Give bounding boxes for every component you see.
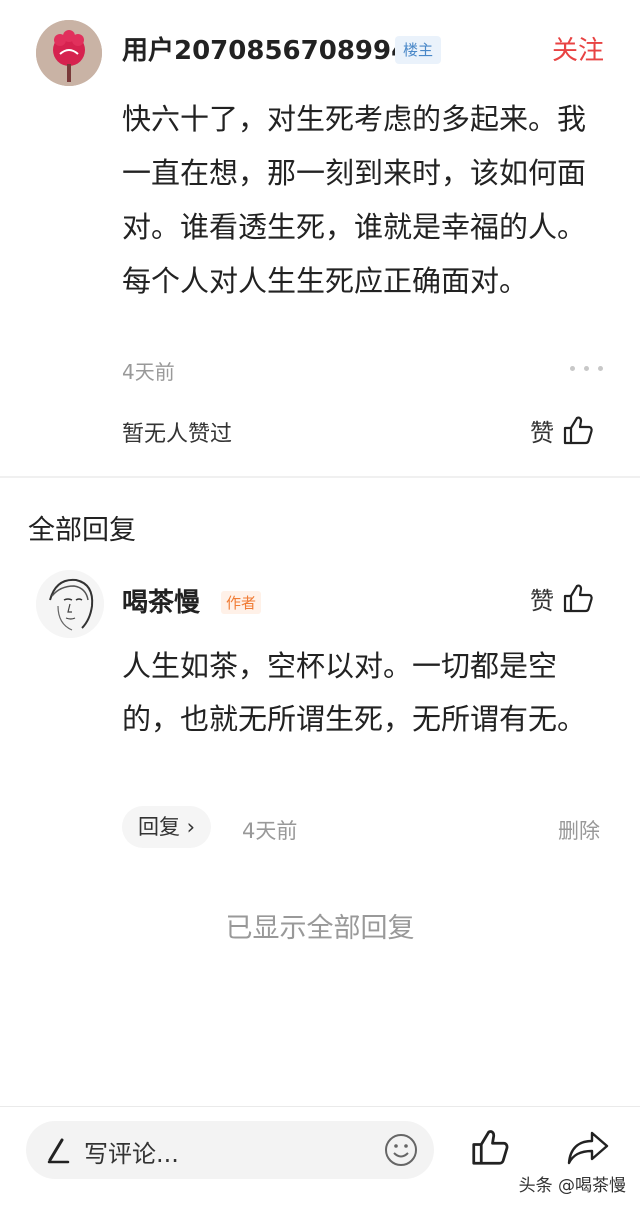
reply-author[interactable]: 喝茶慢 bbox=[122, 582, 200, 619]
likes-status: 暂无人赞过 bbox=[122, 422, 233, 447]
avatar-image bbox=[36, 20, 102, 86]
comment-time: 4天前 bbox=[122, 360, 175, 384]
emoji-icon[interactable] bbox=[384, 1133, 418, 1167]
reply-button[interactable]: 回复 › bbox=[122, 806, 212, 848]
like-label: 赞 bbox=[530, 418, 554, 447]
comment-input-placeholder: 写评论... bbox=[84, 1140, 179, 1168]
main-comment: 用户2070856708994 楼主 关注 快六十了，对生死考虑的多起来。我一直… bbox=[0, 0, 640, 476]
section-divider bbox=[0, 476, 640, 478]
reply-avatar-image bbox=[36, 570, 104, 638]
comment-input[interactable]: 写评论... bbox=[26, 1121, 434, 1179]
reply-like-button[interactable]: 赞 bbox=[530, 580, 594, 616]
op-badge: 楼主 bbox=[395, 36, 442, 64]
avatar[interactable] bbox=[36, 20, 102, 86]
reply-like-label: 赞 bbox=[530, 586, 554, 615]
watermark: 头条 @喝茶慢 bbox=[518, 1176, 626, 1196]
author-badge: 作者 bbox=[221, 591, 262, 614]
reply-time: 4天前 bbox=[242, 819, 298, 843]
thumbs-up-icon bbox=[563, 416, 593, 445]
reply-text: 人生如茶，空杯以对。一切都是空的，也就无所谓生死，无所谓有无。 bbox=[122, 649, 587, 736]
follow-button[interactable]: 关注 bbox=[552, 30, 604, 67]
delete-button[interactable]: 删除 bbox=[558, 815, 600, 845]
reply-item: 喝茶慢 作者 赞 人生如茶，空杯以对。一切都是空的，也就无所谓生死，无所谓有无。… bbox=[0, 560, 640, 860]
comment-text: 快六十了，对生死考虑的多起来。我一直在想，那一刻到来时，该如何面对。谁看透生死，… bbox=[122, 102, 587, 298]
all-replies-shown-note: 已显示全部回复 bbox=[225, 913, 415, 944]
more-icon[interactable] bbox=[570, 366, 604, 374]
reply-avatar[interactable] bbox=[36, 570, 104, 638]
like-button[interactable]: 赞 bbox=[530, 412, 594, 448]
username[interactable]: 用户2070856708994 bbox=[122, 30, 409, 67]
share-icon[interactable] bbox=[566, 1129, 610, 1167]
thumbs-up-icon bbox=[563, 584, 593, 613]
thumbs-up-icon[interactable] bbox=[470, 1127, 510, 1167]
replies-section-title: 全部回复 bbox=[28, 515, 136, 546]
pen-icon bbox=[47, 1138, 70, 1164]
bottom-bar: 写评论... 头条 @喝茶慢 bbox=[0, 1106, 640, 1206]
